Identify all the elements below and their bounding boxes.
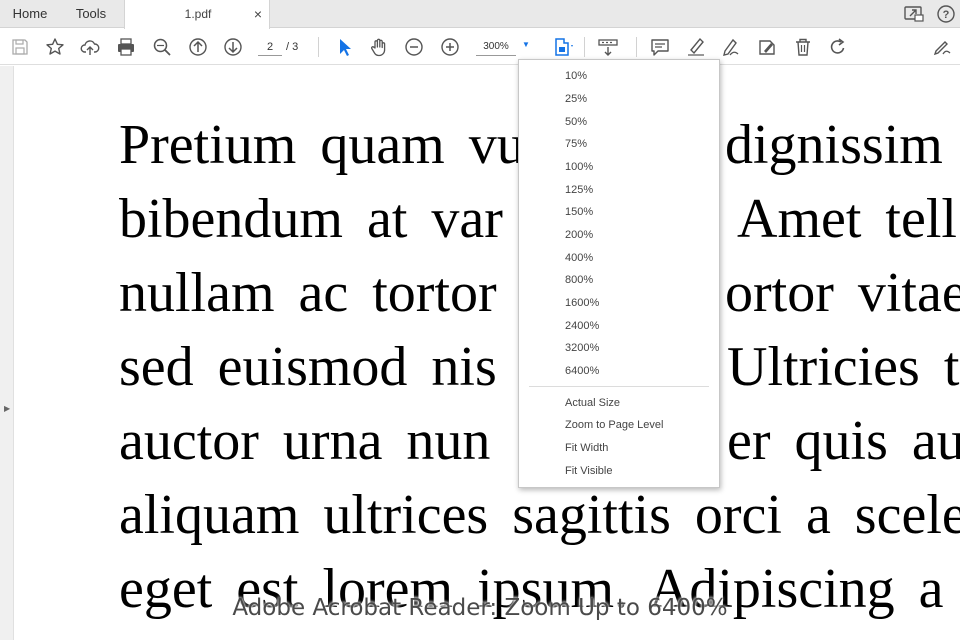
current-page-field[interactable]: 2 (258, 38, 282, 56)
fill-sign-icon[interactable] (757, 37, 777, 57)
highlight-icon[interactable] (686, 37, 706, 57)
zoom-option[interactable]: 400% (565, 248, 593, 268)
zoom-to-page-level-option[interactable]: Zoom to Page Level (565, 415, 663, 435)
zoom-dropdown-chevron-icon[interactable]: ▼ (522, 40, 530, 49)
fit-page-icon[interactable] (553, 37, 573, 57)
zoom-option[interactable]: 75% (565, 134, 587, 154)
caption-text: Adobe Acrobat Reader: Zoom Up to 6400% (232, 595, 728, 621)
zoom-option[interactable]: 800% (565, 270, 593, 290)
main-toolbar: 2 / 3 300% ▼ (0, 29, 960, 65)
tab-tools[interactable]: Tools (60, 0, 122, 28)
document-page: Pretium quam vu dignissim bibendum at va… (15, 66, 960, 640)
fit-visible-option[interactable]: Fit Visible (565, 461, 612, 481)
zoom-option[interactable]: 6400% (565, 361, 599, 381)
page-up-icon[interactable] (188, 37, 208, 57)
menu-divider (529, 386, 709, 387)
delete-icon[interactable] (793, 37, 813, 57)
scroll-mode-icon[interactable] (598, 37, 618, 57)
zoom-option[interactable]: 150% (565, 202, 593, 222)
zoom-dropdown-menu: 10% 25% 50% 75% 100% 125% 150% 200% 400%… (518, 59, 720, 488)
zoom-find-icon[interactable] (152, 37, 172, 57)
document-line: dignissim (725, 114, 943, 176)
fit-width-option[interactable]: Fit Width (565, 438, 608, 458)
left-panel-rail[interactable]: ▶ (0, 66, 14, 640)
zoom-out-icon[interactable] (404, 37, 424, 57)
page-total-label: / 3 (286, 41, 299, 53)
zoom-option[interactable]: 200% (565, 225, 593, 245)
svg-text:?: ? (943, 9, 950, 21)
page-down-icon[interactable] (223, 37, 243, 57)
hand-tool-icon[interactable] (369, 37, 389, 57)
document-line: er quis au (727, 410, 960, 472)
zoom-option[interactable]: 3200% (565, 338, 599, 358)
tab-home[interactable]: Home (0, 0, 60, 28)
zoom-option[interactable]: 2400% (565, 316, 599, 336)
toolbar-divider (318, 37, 319, 57)
rotate-icon[interactable] (828, 37, 848, 57)
zoom-option[interactable]: 125% (565, 180, 593, 200)
print-icon[interactable] (116, 37, 136, 57)
save-icon[interactable] (10, 37, 30, 57)
document-line: aliquam ultrices sagittis orci a scele (119, 484, 960, 546)
tab-bar: Home Tools 1.pdf × ? (0, 0, 960, 29)
zoom-option[interactable]: 10% (565, 66, 587, 86)
comment-icon[interactable] (650, 37, 670, 57)
bookmark-star-icon[interactable] (45, 37, 65, 57)
zoom-option[interactable]: 1600% (565, 293, 599, 313)
zoom-option[interactable]: 100% (565, 157, 593, 177)
expand-panel-icon[interactable]: ▶ (4, 404, 10, 413)
document-tab-label: 1.pdf (184, 7, 212, 21)
zoom-value-field[interactable]: 300% (476, 38, 516, 56)
upload-cloud-icon[interactable] (80, 37, 100, 57)
zoom-option[interactable]: 50% (565, 112, 587, 132)
draw-icon[interactable] (721, 37, 741, 57)
select-cursor-icon[interactable] (335, 37, 355, 57)
actual-size-option[interactable]: Actual Size (565, 393, 620, 413)
toolbar-divider (636, 37, 637, 57)
share-screen-icon[interactable] (903, 4, 925, 24)
toolbar-divider (584, 37, 585, 57)
zoom-option[interactable]: 25% (565, 89, 587, 109)
help-icon[interactable]: ? (935, 4, 957, 24)
document-line: Ultricies t (727, 336, 960, 398)
close-tab-icon[interactable]: × (254, 0, 262, 28)
document-line: Amet tell (737, 188, 957, 250)
document-line: ortor vitae (725, 262, 960, 324)
zoom-in-icon[interactable] (440, 37, 460, 57)
tab-document[interactable]: 1.pdf × (124, 0, 270, 29)
sign-icon[interactable] (932, 37, 952, 57)
